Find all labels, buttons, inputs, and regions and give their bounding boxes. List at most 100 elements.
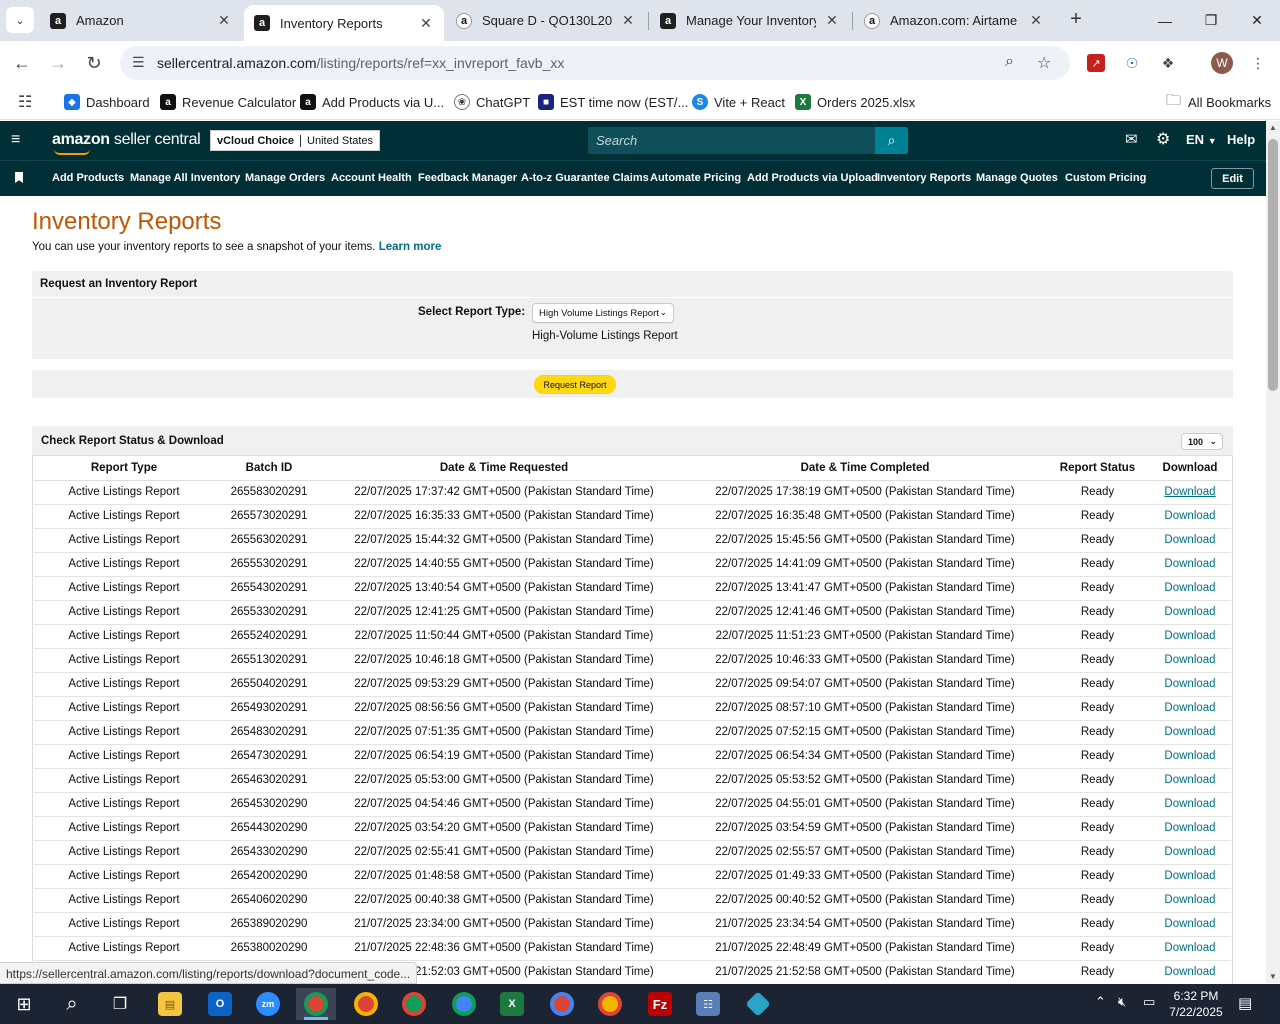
tab-close-icon[interactable]: ✕ [620, 12, 636, 29]
download-link[interactable]: Download [1149, 672, 1231, 697]
search-icon[interactable]: ⌕ [875, 127, 908, 154]
download-link[interactable]: Download [1149, 912, 1231, 937]
bookmark-dashboard[interactable]: ◆ Dashboard [64, 93, 150, 111]
nav-inventory-reports[interactable]: Inventory Reports [877, 172, 971, 184]
bookmark-add-products-upload[interactable]: a Add Products via U... [300, 93, 444, 111]
col-batch-id[interactable]: Batch ID [214, 456, 324, 481]
bookmark-chatgpt[interactable]: ❀ ChatGPT [454, 93, 530, 111]
zoom-magnifier-icon[interactable]: ⌕ [1005, 53, 1014, 71]
col-report-type[interactable]: Report Type [34, 456, 214, 481]
download-link[interactable]: Download [1149, 504, 1231, 529]
bookmark-vite-react[interactable]: S Vite + React [692, 93, 785, 111]
nav-manage-orders[interactable]: Manage Orders [245, 172, 325, 184]
address-url[interactable]: sellercentral.amazon.com/listing/reports… [157, 55, 564, 71]
bookmark-revenue-calculator[interactable]: a Revenue Calculator [160, 93, 296, 111]
nav-account-health[interactable]: Account Health [331, 172, 412, 184]
scrollbar-thumb[interactable] [1268, 139, 1278, 391]
seller-central-logo[interactable]: amazon seller central [52, 131, 201, 155]
apps-grid-icon[interactable]: ☷ [18, 93, 32, 111]
col-date-completed[interactable]: Date & Time Completed [684, 456, 1046, 481]
excel-icon[interactable]: X [492, 988, 532, 1020]
browser-menu-kebab-icon[interactable]: ⋮ [1246, 51, 1270, 75]
download-link[interactable]: Download [1149, 600, 1231, 625]
browser-tab[interactable]: a Square D - QO130L200P ✕ [446, 0, 646, 41]
tab-close-icon[interactable]: ✕ [216, 12, 232, 29]
bookmark-flag-icon[interactable] [15, 172, 23, 183]
request-report-button[interactable]: Request Report [534, 375, 616, 394]
windows-start-icon[interactable]: ⊞ [4, 988, 44, 1020]
chrome-icon[interactable] [296, 988, 336, 1020]
help-link[interactable]: Help [1227, 132, 1255, 147]
download-link[interactable]: Download [1149, 792, 1231, 817]
download-link[interactable]: Download [1149, 768, 1231, 793]
nav-feedback-manager[interactable]: Feedback Manager [418, 172, 517, 184]
download-link[interactable]: Download [1149, 552, 1231, 577]
bookmark-star-icon[interactable]: ☆ [1037, 53, 1051, 73]
download-link[interactable]: Download [1149, 864, 1231, 889]
zoom-icon[interactable]: zm [248, 988, 288, 1020]
learn-more-link[interactable]: Learn more [379, 241, 442, 253]
pdf-extension-icon[interactable]: ↗ [1087, 54, 1105, 72]
all-bookmarks-folder[interactable]: 🗀 All Bookmarks [1166, 92, 1271, 111]
account-switcher[interactable]: vCloud Choice United States [210, 130, 381, 151]
download-link[interactable]: Download [1149, 696, 1231, 721]
minimize-window-icon[interactable]: — [1142, 0, 1188, 41]
chrome-profile-icon[interactable] [346, 988, 386, 1020]
download-link[interactable]: Download [1149, 720, 1231, 745]
address-bar[interactable]: ☰ sellercentral.amazon.com/listing/repor… [120, 46, 1070, 80]
nav-add-products[interactable]: Add Products [52, 172, 124, 184]
download-link[interactable]: Download [1149, 936, 1231, 961]
search-icon[interactable]: ⌕ [52, 988, 92, 1020]
mail-icon[interactable]: ✉ [1125, 130, 1138, 148]
tab-close-icon[interactable]: ✕ [1028, 12, 1044, 29]
back-arrow-icon[interactable]: ← [10, 51, 34, 75]
task-view-icon[interactable]: ❐ [100, 988, 140, 1020]
restore-window-icon[interactable]: ❐ [1188, 0, 1234, 41]
bookmark-orders-xlsx[interactable]: X Orders 2025.xlsx [795, 93, 915, 111]
calculator-icon[interactable]: ☷ [688, 988, 728, 1020]
outlook-icon[interactable]: O [200, 988, 240, 1020]
browser-tab[interactable]: a Manage Your Inventory ✕ [650, 0, 850, 41]
scroll-up-icon[interactable]: ▲ [1269, 123, 1277, 132]
taskbar-clock[interactable]: 6:32 PM 7/22/2025 [1166, 988, 1226, 1020]
page-scrollbar[interactable]: ▲ ▼ [1266, 121, 1280, 983]
download-link[interactable]: Download [1149, 624, 1231, 649]
report-type-select[interactable]: High Volume Listings Report ⌄ [532, 303, 674, 323]
profile-avatar[interactable]: W [1211, 52, 1233, 74]
browser-tab-active[interactable]: a Inventory Reports ✕ [244, 5, 444, 41]
chrome-profile-icon[interactable] [590, 988, 630, 1020]
edit-nav-button[interactable]: Edit [1211, 168, 1254, 189]
download-link[interactable]: Download [1149, 960, 1231, 985]
col-report-status[interactable]: Report Status [1046, 456, 1149, 481]
filezilla-icon[interactable]: Fz [640, 988, 680, 1020]
tab-close-icon[interactable]: ✕ [824, 12, 840, 29]
nav-custom-pricing[interactable]: Custom Pricing [1065, 172, 1146, 184]
nav-manage-quotes[interactable]: Manage Quotes [976, 172, 1058, 184]
chrome-profile-icon[interactable] [394, 988, 434, 1020]
page-size-select[interactable]: 100 ⌄ [1181, 433, 1223, 450]
search-input[interactable]: Search [588, 127, 875, 154]
col-date-requested[interactable]: Date & Time Requested [324, 456, 684, 481]
chrome-profile-icon[interactable] [444, 988, 484, 1020]
chrome-profile-icon[interactable] [542, 988, 582, 1020]
close-window-icon[interactable]: ✕ [1234, 0, 1280, 41]
tray-chevron-up-icon[interactable]: ⌃ [1095, 994, 1106, 1010]
nav-manage-all-inventory[interactable]: Manage All Inventory [130, 172, 240, 184]
notifications-icon[interactable]: ▤ [1238, 994, 1252, 1012]
new-tab-plus-icon[interactable]: + [1064, 8, 1088, 32]
network-icon[interactable]: ▭ [1143, 994, 1155, 1010]
file-explorer-icon[interactable]: ▤ [150, 988, 190, 1020]
browser-tab[interactable]: a Amazon.com: Airtame 2 ✕ [854, 0, 1054, 41]
gear-icon[interactable]: ⚙ [1156, 129, 1170, 149]
download-link[interactable]: Download [1149, 744, 1231, 769]
hamburger-menu-icon[interactable]: ≡ [11, 132, 20, 148]
download-link[interactable]: Download [1149, 888, 1231, 913]
tab-close-icon[interactable]: ✕ [418, 15, 434, 32]
language-selector[interactable]: EN ▼ [1186, 132, 1217, 147]
download-link[interactable]: Download [1149, 840, 1231, 865]
nav-add-products-upload[interactable]: Add Products via Upload [747, 172, 878, 184]
nav-a-to-z-claims[interactable]: A-to-z Guarantee Claims [521, 172, 649, 184]
extensions-puzzle-icon[interactable]: ❖ [1156, 51, 1180, 75]
download-link[interactable]: Download [1149, 576, 1231, 601]
tab-search-chevron-icon[interactable]: ⌄ [6, 7, 34, 33]
